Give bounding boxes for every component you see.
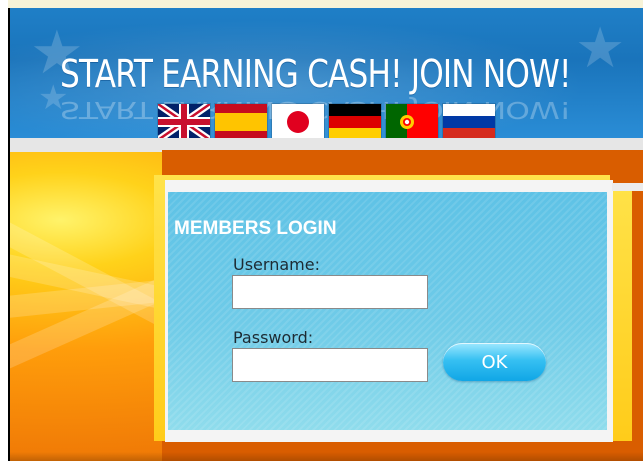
spain-flag-icon[interactable] bbox=[215, 104, 267, 138]
star-decoration-icon: ★ bbox=[575, 16, 626, 81]
russia-flag-graphic bbox=[443, 104, 495, 138]
ok-button[interactable]: OK bbox=[443, 343, 546, 381]
germany-flag-icon[interactable] bbox=[329, 104, 381, 138]
spain-flag-graphic bbox=[215, 104, 267, 138]
uk-flag-icon[interactable] bbox=[158, 104, 210, 138]
username-input[interactable] bbox=[232, 275, 428, 309]
username-label: Username: bbox=[233, 255, 320, 274]
password-label: Password: bbox=[233, 328, 314, 347]
frame-top-border bbox=[8, 0, 643, 8]
join-banner[interactable]: ★ ★ ★ START EARNING CASH! JOIN NOW! STAR… bbox=[10, 8, 643, 138]
japan-flag-icon[interactable] bbox=[272, 104, 324, 138]
password-input[interactable] bbox=[232, 348, 428, 382]
russia-flag-icon[interactable] bbox=[443, 104, 495, 138]
uk-flag-graphic bbox=[158, 104, 210, 138]
members-login-title: MEMBERS LOGIN bbox=[174, 218, 337, 239]
bottom-shadow bbox=[10, 452, 643, 461]
japan-flag-graphic bbox=[272, 104, 324, 138]
banner-headline: START EARNING CASH! JOIN NOW! bbox=[60, 52, 572, 96]
frame-corner-strip bbox=[612, 183, 643, 191]
portugal-flag-graphic bbox=[386, 104, 438, 138]
portugal-flag-icon[interactable] bbox=[386, 104, 438, 138]
germany-flag-graphic bbox=[329, 104, 381, 138]
language-flags bbox=[158, 104, 495, 138]
